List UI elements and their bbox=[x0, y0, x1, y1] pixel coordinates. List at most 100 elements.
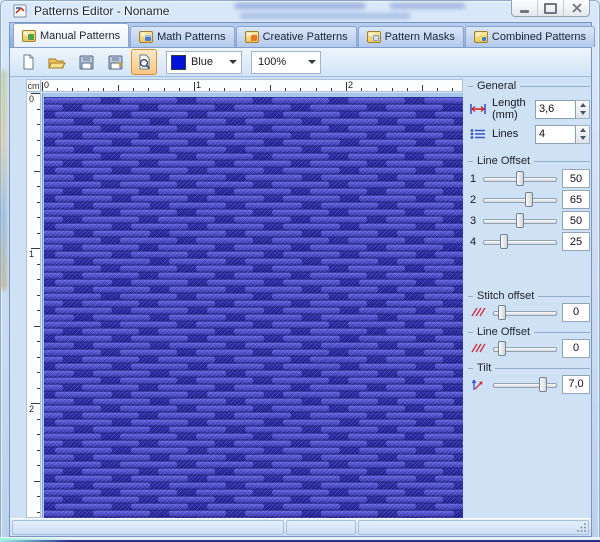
line-offset-row-4: 4 25 bbox=[468, 231, 590, 252]
toolbar: Blue 100% bbox=[10, 48, 591, 77]
ruler-tick bbox=[164, 88, 165, 91]
color-select-dropdown[interactable] bbox=[224, 52, 241, 73]
ruler-tick bbox=[34, 171, 40, 172]
ruler-tick bbox=[37, 202, 40, 203]
ruler-tick bbox=[37, 217, 40, 218]
line-offset-slider-4[interactable] bbox=[483, 234, 557, 249]
tab-creative-patterns[interactable]: Creative Patterns bbox=[235, 26, 357, 47]
line-offset-single-value[interactable]: 0 bbox=[562, 338, 590, 358]
client-area: Manual Patterns Math Patterns Creative P… bbox=[9, 22, 596, 537]
line-offset-value-2[interactable]: 65 bbox=[562, 190, 590, 209]
app-icon bbox=[13, 4, 27, 18]
tab-manual-patterns[interactable]: Manual Patterns bbox=[13, 23, 130, 47]
lines-input[interactable] bbox=[535, 124, 576, 144]
save-button[interactable] bbox=[73, 49, 99, 75]
group-title: General bbox=[477, 80, 517, 92]
ruler-tick bbox=[361, 88, 362, 91]
window-controls bbox=[511, 0, 590, 17]
zoom-select-dropdown[interactable] bbox=[303, 52, 320, 73]
ruler-tick bbox=[103, 88, 104, 91]
slider-thumb[interactable] bbox=[516, 171, 524, 186]
new-button[interactable] bbox=[15, 49, 41, 75]
chevron-down-icon bbox=[228, 60, 237, 64]
ruler-tick bbox=[37, 434, 40, 435]
vertical-ruler: 0 1 2 bbox=[26, 93, 41, 518]
color-select[interactable]: Blue bbox=[166, 50, 242, 74]
save-as-icon bbox=[108, 55, 123, 69]
ruler-tick bbox=[240, 88, 241, 91]
slider-thumb[interactable] bbox=[498, 304, 507, 320]
open-button[interactable] bbox=[44, 49, 70, 75]
lines-spin-up[interactable] bbox=[576, 126, 589, 135]
line-offset-value-4[interactable]: 25 bbox=[562, 232, 590, 251]
ruler-label: 1 bbox=[29, 249, 35, 259]
knit-pattern-svg bbox=[44, 97, 463, 518]
slider-thumb[interactable] bbox=[498, 340, 507, 356]
lines-spinbox bbox=[535, 124, 590, 144]
zoom-select[interactable]: 100% bbox=[251, 50, 321, 74]
tab-math-patterns[interactable]: Math Patterns bbox=[130, 26, 235, 47]
close-button[interactable] bbox=[563, 0, 589, 16]
ruler-tick bbox=[255, 88, 256, 91]
tab-label: Creative Patterns bbox=[262, 31, 348, 43]
maximize-button[interactable] bbox=[537, 0, 563, 16]
ruler-tick bbox=[37, 341, 40, 342]
ruler-tick bbox=[452, 88, 453, 91]
lines-label: Lines bbox=[492, 128, 519, 140]
lines-spin-down[interactable] bbox=[576, 134, 589, 143]
ruler-label: 0 bbox=[44, 80, 50, 90]
tab-pattern-masks[interactable]: Pattern Masks bbox=[357, 26, 464, 47]
stitch-offset-value[interactable]: 0 bbox=[562, 302, 590, 322]
pattern-canvas[interactable] bbox=[42, 93, 463, 518]
ruler-tick bbox=[422, 85, 423, 91]
slider-thumb[interactable] bbox=[538, 376, 547, 392]
row-label: 4 bbox=[469, 235, 477, 248]
length-input[interactable] bbox=[535, 99, 576, 119]
title-bar[interactable]: Patterns Editor - Noname bbox=[0, 0, 600, 22]
ruler-tick bbox=[37, 496, 40, 497]
line-offset-single-slider[interactable] bbox=[493, 340, 557, 356]
line-offset-slider-1[interactable] bbox=[483, 171, 557, 186]
status-panel-3 bbox=[358, 520, 589, 535]
slider-thumb[interactable] bbox=[499, 234, 508, 249]
preview-toggle-button[interactable] bbox=[131, 49, 157, 75]
knit-pattern[interactable] bbox=[44, 97, 463, 518]
ruler-tick bbox=[37, 124, 40, 125]
tilt-slider[interactable] bbox=[493, 376, 557, 392]
line-offset-slider-2[interactable] bbox=[483, 192, 557, 207]
length-spin-down[interactable] bbox=[576, 109, 589, 118]
stitch-offset-slider[interactable] bbox=[493, 304, 557, 320]
line-offset-value-3[interactable]: 50 bbox=[562, 211, 590, 230]
ruler-tick bbox=[179, 88, 180, 91]
save-as-button[interactable] bbox=[102, 49, 128, 75]
ruler-tick bbox=[37, 465, 40, 466]
ruler-tick bbox=[72, 88, 73, 91]
ruler-tick bbox=[224, 88, 225, 91]
length-spin-up[interactable] bbox=[576, 101, 589, 110]
tilt-value[interactable]: 7,0 bbox=[562, 374, 590, 394]
group-title: Line Offset bbox=[477, 326, 530, 338]
background-glow bbox=[0, 538, 70, 542]
close-icon bbox=[571, 3, 582, 13]
ruler-tick bbox=[37, 295, 40, 296]
screen: Patterns Editor - Noname Manual Patterns bbox=[0, 0, 600, 542]
slider-thumb[interactable] bbox=[524, 192, 533, 207]
ruler-unit: cm bbox=[26, 79, 41, 92]
ruler-tick bbox=[34, 481, 40, 482]
creative-patterns-icon bbox=[244, 31, 259, 43]
ruler-tick bbox=[37, 388, 40, 389]
group-tilt: Tilt bbox=[468, 361, 590, 375]
spin-down-icon bbox=[579, 111, 586, 116]
length-spinbox bbox=[535, 99, 590, 119]
resize-grip[interactable] bbox=[576, 522, 587, 533]
ruler-tick bbox=[194, 82, 195, 91]
tab-label: Math Patterns bbox=[157, 31, 226, 43]
tab-combined-patterns[interactable]: Combined Patterns bbox=[464, 26, 596, 47]
line-offset-slider-3[interactable] bbox=[483, 213, 557, 228]
minimize-button[interactable] bbox=[512, 0, 537, 16]
lines-row: Lines bbox=[468, 124, 590, 144]
line-offset-value-1[interactable]: 50 bbox=[562, 169, 590, 188]
slider-thumb[interactable] bbox=[516, 213, 524, 228]
new-document-icon bbox=[23, 54, 33, 69]
ruler-tick bbox=[57, 88, 58, 91]
